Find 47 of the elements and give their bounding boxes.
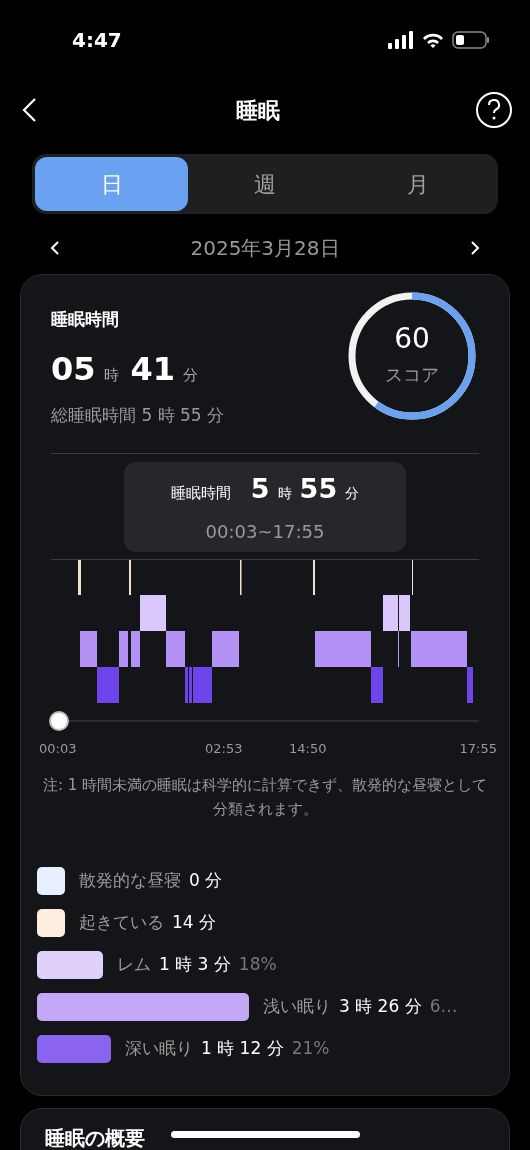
stage-name: 起きている [79,911,164,935]
help-button[interactable] [476,92,512,128]
score-label: スコア [385,362,439,387]
note-text: 注: 1 時間未満の睡眠は科学的に計算できず、散発的な昼寝として分類されます。 [41,775,489,820]
time-axis-label: 02:53 [205,740,243,758]
time-range: 00:03~17:55 [205,519,325,544]
stage-duration: 0 分 [189,869,223,893]
hours-unit: 時 [103,364,119,386]
right-chevron-icon [470,240,480,256]
period-tab[interactable]: 月 [341,157,495,211]
battery-icon [452,31,490,49]
stage-name: レム [117,953,151,977]
stage-name: 深い眠り [125,1037,193,1061]
stage-duration: 3 時 26 分 [339,995,422,1019]
time-axis-label: 14:50 [289,740,327,758]
stage-percent: 18% [238,953,277,977]
stage-percent: 6… [429,995,458,1019]
status-time: 4:47 [72,27,122,54]
section-title: 睡眠時間 [51,308,120,331]
hours-value: 05 [51,348,96,390]
stage-duration: 14 分 [172,911,217,935]
period-tab[interactable]: 週 [188,157,342,211]
stage-percent: 21% [291,1037,330,1061]
timeline-slider-thumb[interactable] [49,711,69,731]
tooltip-hours-unit: 時 [277,484,292,504]
time-axis-label: 00:03 [39,740,77,758]
minutes-value: 41 [130,348,176,390]
page-title: 睡眠 [236,96,280,125]
signal-icon [388,31,414,49]
date-label: 2025年3月28日 [190,235,340,262]
stage-name: 浅い眠り [263,995,331,1019]
stage-duration: 1 時 3 分 [159,953,231,977]
tooltip-minutes: 55 [299,472,338,507]
time-axis-label: 17:55 [459,740,497,758]
stage-name: 散発的な昼寝 [79,869,181,893]
overview-title: 睡眠の概要 [45,1126,145,1150]
stage-duration: 1 時 12 分 [201,1037,284,1061]
total-sleep-text: 総睡眠時間 5 時 55 分 [51,403,225,427]
wifi-icon [422,31,444,49]
minutes-unit: 分 [183,364,199,386]
tooltip-label: 睡眠時間 [170,483,231,505]
left-chevron-icon [50,240,60,256]
question-mark-icon [487,99,501,121]
tooltip-hours: 5 [250,472,270,507]
score-value: 60 [394,324,430,353]
back-chevron-icon [21,97,37,123]
tooltip-minutes-unit: 分 [345,484,360,504]
